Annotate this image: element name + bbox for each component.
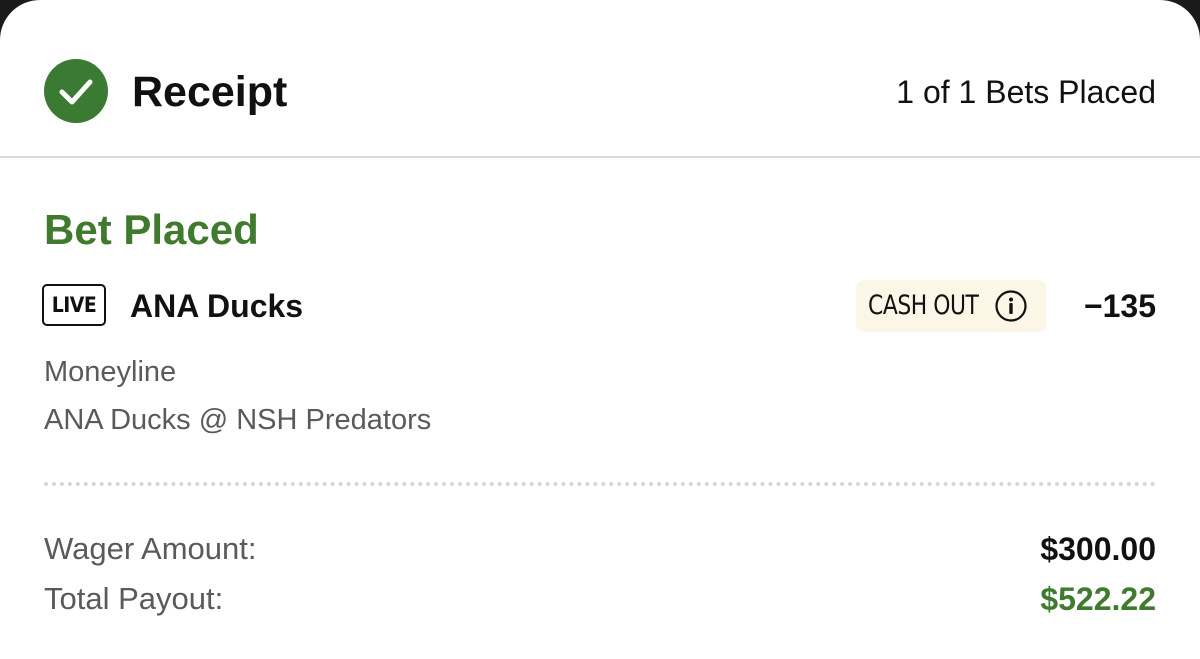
bet-selection: ANA Ducks <box>130 288 304 324</box>
live-badge: LIVE <box>42 284 106 326</box>
wager-amount-value: $300.00 <box>1040 531 1156 567</box>
bet-status: Bet Placed <box>44 206 259 253</box>
dotted-divider <box>44 482 1156 486</box>
total-payout-label: Total Payout: <box>44 581 224 616</box>
total-payout-value: $522.22 <box>1040 581 1156 617</box>
bet-matchup: ANA Ducks @ NSH Predators <box>44 404 432 436</box>
bets-placed-count: 1 of 1 Bets Placed <box>896 74 1156 110</box>
page-title: Receipt <box>132 68 288 116</box>
info-icon[interactable] <box>994 289 1028 323</box>
bet-odds: −135 <box>1083 288 1156 324</box>
cash-out-button[interactable]: CASH OUT <box>856 280 1046 332</box>
check-circle-icon <box>44 59 108 123</box>
receipt-sheet: Receipt 1 of 1 Bets Placed Bet Placed LI… <box>0 0 1200 659</box>
bet-market: Moneyline <box>44 356 177 388</box>
receipt-header: Receipt 1 of 1 Bets Placed <box>0 0 1200 158</box>
wager-amount-label: Wager Amount: <box>44 531 257 566</box>
cash-out-label: CASH OUT <box>868 290 979 321</box>
